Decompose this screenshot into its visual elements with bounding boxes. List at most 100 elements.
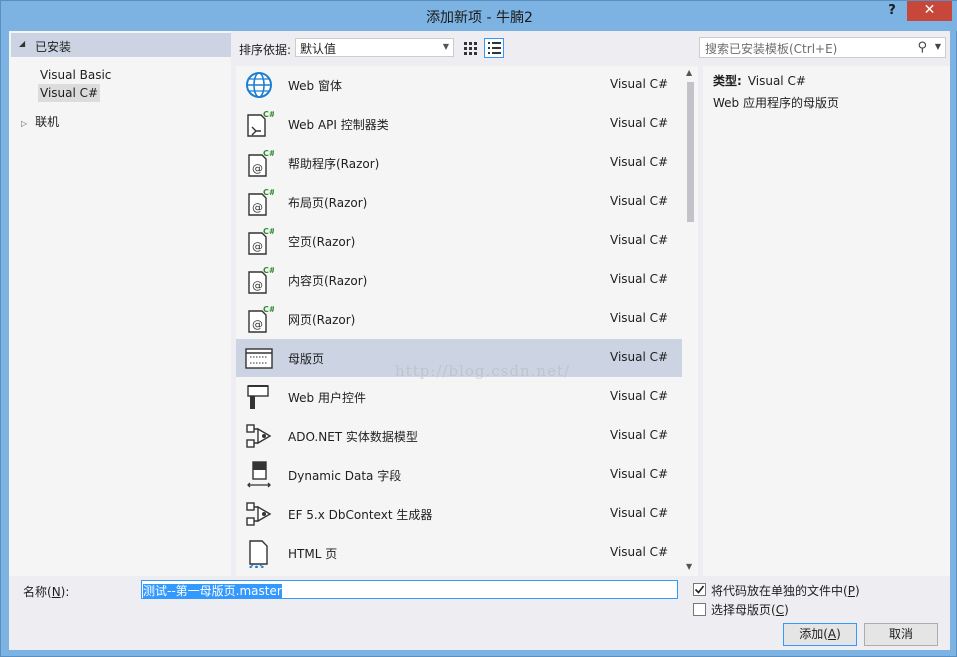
template-list-item[interactable]: EF 5.x DbContext 生成器 Visual C#: [236, 495, 682, 533]
tree-node-online[interactable]: ▷ 联机: [21, 113, 59, 130]
template-name: Web 窗体: [288, 79, 342, 93]
check2-label-post: ): [784, 603, 789, 617]
template-list-item[interactable]: Dynamic Data 字段 Visual C#: [236, 456, 682, 494]
search-icon[interactable]: ⚲: [917, 40, 927, 55]
svg-text:C#: C#: [263, 305, 274, 314]
template-list-item[interactable]: ADO.NET 实体数据模型 Visual C#: [236, 417, 682, 455]
razor-page-icon: @C#: [244, 148, 276, 178]
svg-text:@: @: [252, 162, 263, 175]
search-input[interactable]: 搜索已安装模板(Ctrl+E) ⚲ ▼: [699, 37, 946, 58]
template-language: Visual C#: [610, 428, 669, 442]
template-list: Web 窗体Visual C#C#Web API 控制器类Visual C#@C…: [236, 66, 698, 576]
template-list-item[interactable]: @C# 内容页(Razor) Visual C#: [236, 261, 682, 299]
tree-item-visual-csharp[interactable]: Visual C#: [38, 84, 101, 102]
close-button[interactable]: ✕: [907, 1, 952, 21]
master-page-icon: [244, 343, 274, 373]
template-list-item[interactable]: @C# 布局页(Razor) Visual C#: [236, 183, 682, 221]
svg-text:C#: C#: [263, 266, 274, 275]
template-language: Visual C#: [610, 350, 669, 364]
template-list-item[interactable]: Web 用户控件 Visual C#: [236, 378, 682, 416]
select-master-page-label[interactable]: 选择母版页(C): [711, 601, 789, 618]
template-language: Visual C#: [610, 467, 669, 481]
template-list-item[interactable]: @C# 空页(Razor) Visual C#: [236, 222, 682, 260]
checkmark-icon: [694, 585, 705, 594]
template-list-item[interactable]: @C# 网页(Razor) Visual C#: [236, 300, 682, 338]
list-view-button[interactable]: [484, 38, 504, 58]
entity-model-icon: [244, 499, 274, 529]
entity-model-icon: [244, 421, 274, 451]
add-button[interactable]: 添加(A): [783, 623, 857, 646]
template-name: 布局页(Razor): [288, 196, 368, 210]
name-label-post: ):: [60, 585, 70, 599]
name-label-key: N: [51, 585, 61, 599]
razor-page-icon: @C#: [244, 304, 276, 334]
template-language: Visual C#: [610, 116, 669, 130]
template-list-item[interactable]: HTML 页 Visual C#: [236, 534, 682, 572]
template-name: 空页(Razor): [288, 235, 356, 249]
watermark-text: http://blog.csdn.net/: [395, 362, 571, 380]
template-language: Visual C#: [610, 311, 669, 325]
template-language: Visual C#: [610, 272, 669, 286]
tree-node-online-label: 联机: [35, 115, 60, 129]
template-name: 帮助程序(Razor): [288, 157, 380, 171]
svg-text:@: @: [252, 318, 263, 331]
template-list-item[interactable]: C# Web API 控制器类 Visual C#: [236, 105, 682, 143]
template-name: 网页(Razor): [288, 313, 356, 327]
list-scrollbar[interactable]: ▲ ▼: [683, 66, 698, 576]
name-field-value: 测试--第一母版页.master: [143, 584, 282, 598]
help-button[interactable]: ?: [885, 3, 899, 21]
template-list-item[interactable]: @C# 帮助程序(Razor) Visual C#: [236, 144, 682, 182]
name-label: 名称(N):: [23, 583, 69, 600]
grid-view-icon: [464, 42, 477, 55]
template-language: Visual C#: [610, 194, 669, 208]
tree-item-visual-basic[interactable]: Visual Basic: [38, 66, 113, 84]
scroll-up-icon[interactable]: ▲: [686, 68, 692, 77]
api-controller-icon: C#: [244, 109, 276, 139]
svg-text:C#: C#: [263, 227, 274, 236]
separate-code-file-label[interactable]: 将代码放在单独的文件中(P): [711, 582, 860, 599]
razor-page-icon: @C#: [244, 187, 276, 217]
chevron-down-icon[interactable]: ▼: [935, 42, 941, 51]
template-type-label: 类型:: [713, 74, 742, 88]
sort-dropdown[interactable]: 默认值 ▼: [295, 38, 454, 57]
separate-code-file-checkbox[interactable]: [693, 583, 706, 596]
search-placeholder: 搜索已安装模板(Ctrl+E): [705, 42, 838, 56]
razor-page-icon: @C#: [244, 265, 276, 295]
dialog-body: ◢ 已安装 Visual Basic Visual C# ▷ 联机 排序依据: 默…: [9, 31, 950, 650]
check1-label-pre: 将代码放在单独的文件中(: [711, 584, 848, 598]
template-language: Visual C#: [610, 545, 669, 559]
template-name: 内容页(Razor): [288, 274, 368, 288]
html-page-icon: [244, 538, 274, 570]
add-label-post: ): [836, 627, 841, 641]
template-name: ADO.NET 实体数据模型: [288, 430, 418, 444]
template-name: HTML 页: [288, 547, 338, 561]
template-name: EF 5.x DbContext 生成器: [288, 508, 433, 522]
collapsed-triangle-icon: ▷: [21, 119, 28, 128]
small-icons-view-button[interactable]: [460, 38, 480, 58]
svg-text:@: @: [252, 201, 263, 214]
cancel-button[interactable]: 取消: [864, 623, 938, 646]
select-master-page-checkbox[interactable]: [693, 603, 706, 616]
scroll-thumb[interactable]: [687, 82, 694, 222]
check1-label-key: P: [847, 584, 855, 598]
add-label-pre: 添加(: [799, 627, 828, 641]
svg-text:@: @: [252, 279, 263, 292]
template-list-item[interactable]: Web 窗体 Visual C#: [236, 66, 682, 104]
sort-label: 排序依据:: [239, 43, 292, 57]
tree-node-installed[interactable]: ◢ 已安装: [11, 33, 231, 57]
list-view-icon: [488, 42, 501, 54]
scroll-down-icon[interactable]: ▼: [686, 562, 692, 571]
razor-page-icon: @C#: [244, 226, 276, 256]
check1-label-post: ): [854, 584, 860, 598]
svg-text:@: @: [252, 240, 263, 253]
template-name: 母版页: [288, 352, 325, 366]
svg-text:C#: C#: [263, 149, 274, 158]
template-name: Dynamic Data 字段: [288, 469, 402, 483]
check2-label-pre: 选择母版页(: [711, 603, 776, 617]
user-control-icon: [244, 382, 274, 412]
svg-text:C#: C#: [263, 188, 274, 197]
check2-label-key: C: [775, 603, 785, 617]
title-bar: 添加新项 - 牛腩2 ? ✕: [1, 1, 957, 31]
name-field[interactable]: 测试--第一母版页.master: [141, 580, 678, 599]
globe-icon: [244, 70, 274, 100]
